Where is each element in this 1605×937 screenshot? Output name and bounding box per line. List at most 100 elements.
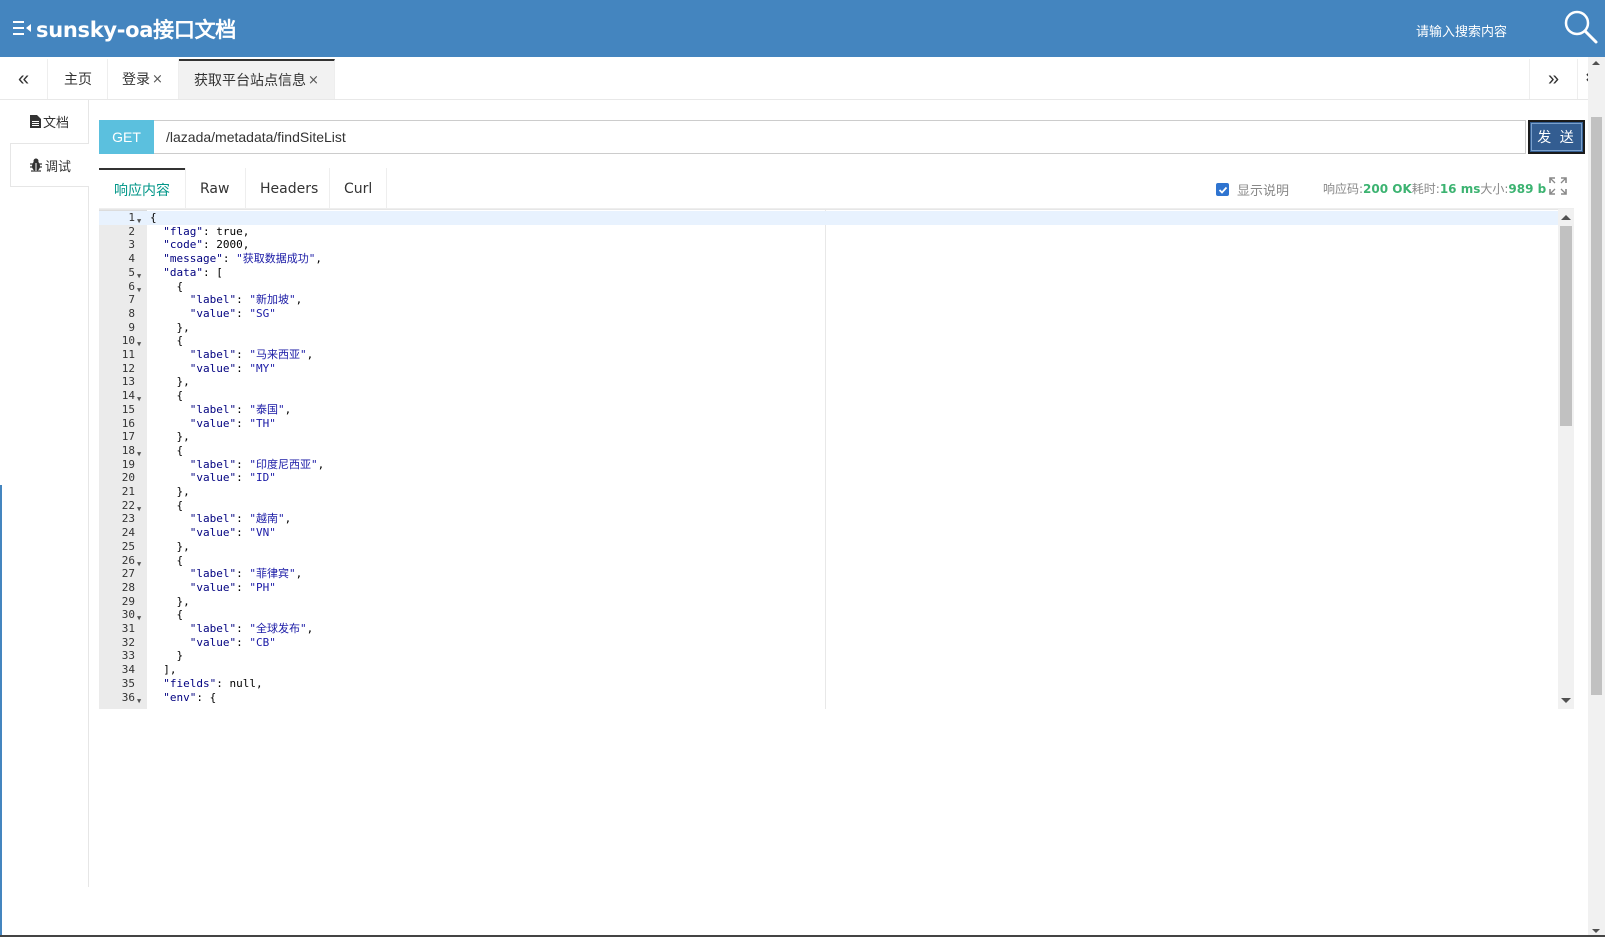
sidebar-item-label: 文档 bbox=[42, 116, 69, 131]
code-text: }, bbox=[150, 485, 190, 498]
code-text: }, bbox=[150, 594, 190, 608]
code-line: 32 "value": "CB" bbox=[99, 636, 1574, 650]
status-code-value: 200 OK bbox=[1363, 182, 1412, 196]
line-number: 30 bbox=[121, 608, 135, 622]
side-panel: 文档 调试 bbox=[0, 100, 89, 887]
code-text: "value": "MY" bbox=[189, 361, 276, 375]
code-text: "value": "CB" bbox=[189, 635, 276, 649]
time-value: 16 ms bbox=[1439, 182, 1481, 196]
code-text: { bbox=[150, 211, 157, 224]
code-line: 8 "value": "SG" bbox=[99, 307, 1574, 321]
code-line: 2 "flag": true, bbox=[99, 225, 1574, 239]
bug-icon bbox=[29, 158, 42, 172]
line-number: 26 bbox=[121, 553, 135, 567]
code-text: "value": "VN" bbox=[189, 526, 276, 540]
scrollbar-thumb[interactable] bbox=[1591, 117, 1602, 695]
code-text: { bbox=[150, 553, 184, 567]
line-number: 25 bbox=[121, 539, 135, 553]
show-description-toggle[interactable]: 显示说明 bbox=[1216, 180, 1289, 199]
code-text: "label": "新加坡", bbox=[189, 293, 303, 307]
code-text: ], bbox=[150, 663, 177, 677]
size-label: 大小: bbox=[1480, 182, 1509, 196]
tab-response-content[interactable]: 响应内容 bbox=[99, 168, 185, 209]
code-line: 31 "label": "全球发布", bbox=[99, 622, 1574, 636]
show-description-label: 显示说明 bbox=[1237, 184, 1290, 199]
tab-login[interactable]: 登录 × bbox=[107, 59, 179, 99]
line-number: 15 bbox=[121, 402, 135, 416]
line-number: 35 bbox=[121, 676, 135, 690]
tab-curl[interactable]: Curl bbox=[329, 168, 386, 209]
code-text: "env": { bbox=[163, 690, 217, 704]
code-line: 11 "label": "马来西亚", bbox=[99, 348, 1574, 362]
line-number: 23 bbox=[121, 512, 135, 526]
line-number: 8 bbox=[128, 306, 135, 320]
code-text: "message": "获取数据成功", bbox=[163, 252, 322, 266]
code-line: 4 "message": "获取数据成功", bbox=[99, 252, 1574, 266]
code-line: 12 "value": "MY" bbox=[99, 362, 1574, 376]
line-number: 10 bbox=[121, 334, 135, 348]
code-line: 14 ▼ { bbox=[99, 389, 1574, 403]
tab-headers[interactable]: Headers bbox=[245, 168, 329, 209]
line-number: 7 bbox=[128, 293, 135, 307]
tab-home[interactable]: 主页 bbox=[49, 59, 108, 99]
line-number: 36 bbox=[121, 690, 135, 704]
double-chevron-right-icon: » bbox=[1547, 67, 1560, 90]
close-icon[interactable]: × bbox=[308, 73, 319, 88]
checkbox-checked-icon[interactable] bbox=[1216, 183, 1229, 196]
tab-raw[interactable]: Raw bbox=[185, 168, 245, 209]
code-text: { bbox=[150, 279, 184, 293]
tab-bar: « 主页 登录 × 获取平台站点信息 × » bbox=[0, 59, 1605, 100]
response-code-editor[interactable]: 1 ▼{2 "flag": true, 3 "code": 2000, 4 "mess… bbox=[99, 209, 1574, 709]
code-text: { bbox=[150, 498, 184, 512]
send-button[interactable]: 发 送 bbox=[1528, 120, 1585, 154]
sidebar-item-docs[interactable]: 文档 bbox=[10, 100, 89, 143]
code-line: 1 ▼{ bbox=[99, 211, 1574, 225]
file-icon bbox=[29, 115, 41, 128]
tab-get-site-info[interactable]: 获取平台站点信息 × bbox=[179, 59, 335, 99]
close-icon[interactable]: × bbox=[152, 72, 163, 87]
fullscreen-icon[interactable] bbox=[1549, 177, 1567, 195]
code-text: }, bbox=[150, 375, 190, 389]
line-number: 3 bbox=[128, 238, 135, 252]
code-line: 17 }, bbox=[99, 430, 1574, 444]
code-text: "value": "PH" bbox=[189, 580, 276, 594]
code-line: 27 "label": "菲律宾", bbox=[99, 567, 1574, 581]
menu-icon[interactable] bbox=[13, 18, 33, 38]
code-line: 24 "value": "VN" bbox=[99, 526, 1574, 540]
code-text: "label": "马来西亚", bbox=[189, 348, 314, 361]
page-scrollbar[interactable] bbox=[1588, 57, 1605, 937]
scroll-up-arrow-icon[interactable] bbox=[1561, 215, 1571, 220]
tab-separator bbox=[386, 168, 387, 209]
code-text: } bbox=[150, 649, 184, 663]
code-text: "label": "越南", bbox=[189, 512, 292, 526]
app-header: sunsky-oa接口文档 请输入搜索内容 bbox=[0, 0, 1605, 57]
code-text: "value": "TH" bbox=[189, 416, 276, 430]
line-number: 12 bbox=[121, 361, 135, 375]
scroll-up-arrow-icon[interactable] bbox=[1592, 61, 1600, 65]
code-text: "value": "ID" bbox=[189, 471, 276, 485]
tab-scroll-right-button[interactable]: » bbox=[1529, 59, 1577, 99]
search-input[interactable]: 请输入搜索内容 bbox=[1416, 21, 1507, 40]
search-icon[interactable] bbox=[1563, 9, 1599, 45]
url-input[interactable]: /lazada/metadata/findSiteList bbox=[154, 120, 1526, 154]
line-number: 21 bbox=[121, 485, 135, 498]
code-line: 34 ], bbox=[99, 663, 1574, 677]
line-number: 27 bbox=[121, 567, 135, 581]
scrollbar-thumb[interactable] bbox=[1560, 226, 1572, 426]
line-number: 24 bbox=[121, 526, 135, 540]
code-text: { bbox=[150, 334, 184, 348]
response-status: 响应码:200 OK耗时:16 ms大小:989 b bbox=[1323, 180, 1546, 197]
fold-arrow-icon[interactable]: ▼ bbox=[137, 694, 141, 708]
line-number: 2 bbox=[128, 224, 135, 238]
scroll-down-arrow-icon[interactable] bbox=[1561, 698, 1571, 703]
line-number: 16 bbox=[121, 416, 135, 430]
line-number: 13 bbox=[121, 375, 135, 389]
editor-scrollbar[interactable] bbox=[1558, 209, 1574, 709]
status-code-label: 响应码: bbox=[1323, 182, 1364, 196]
sidebar-item-debug[interactable]: 调试 bbox=[10, 143, 89, 187]
tab-scroll-left-button[interactable]: « bbox=[0, 59, 48, 99]
line-number: 18 bbox=[121, 443, 135, 457]
time-label: 耗时: bbox=[1411, 182, 1440, 196]
scroll-down-arrow-icon[interactable] bbox=[1592, 929, 1600, 933]
line-number: 14 bbox=[121, 389, 135, 403]
